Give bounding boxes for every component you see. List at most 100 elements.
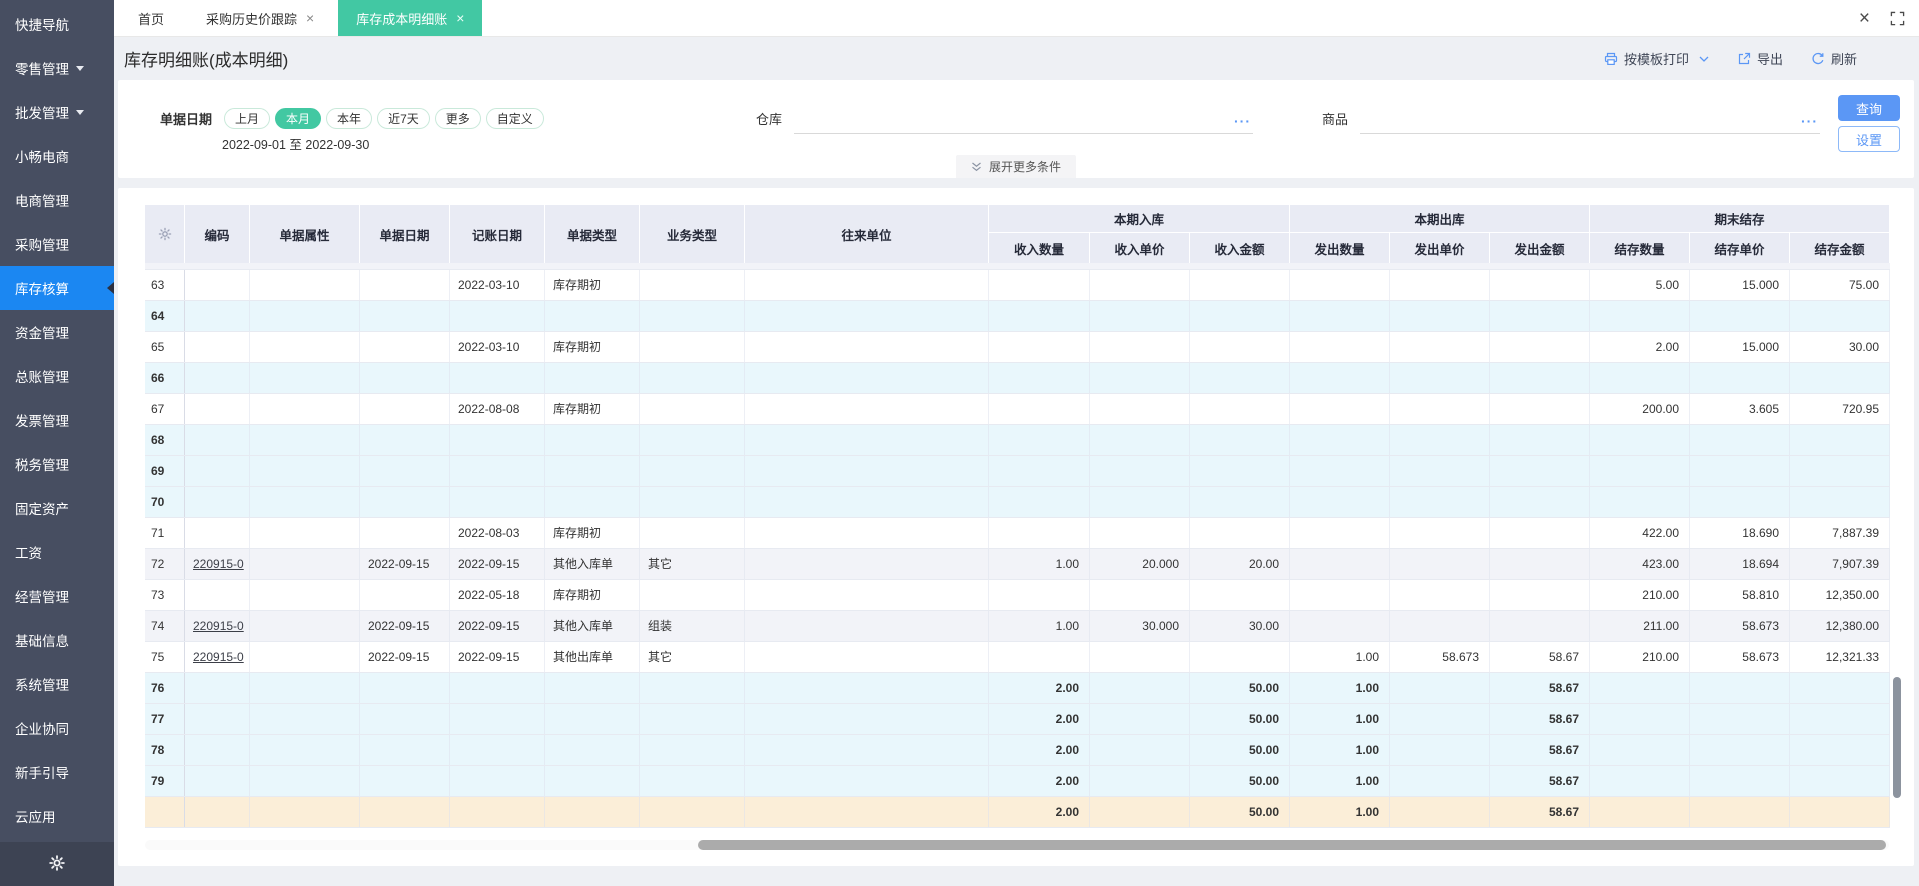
sidebar-item[interactable]: 基础信息 (0, 618, 114, 662)
table-total-row[interactable]: 2.00 50.00 1.00 58.67 (145, 797, 1890, 828)
cell-doc-date (360, 301, 450, 331)
cell-bal-amount: 12,321.33 (1790, 642, 1890, 672)
cell-book-date: 2022-08-03 (450, 518, 545, 548)
table-row[interactable]: 63 2022-03-10 库存期初 5.00 15.000 75.00 (145, 270, 1890, 301)
sidebar-item[interactable]: 发票管理 (0, 398, 114, 442)
warehouse-input[interactable]: ··· (794, 106, 1254, 134)
sidebar-footer-settings[interactable] (0, 842, 114, 886)
cell-partner (745, 735, 989, 765)
date-pill[interactable]: 自定义 (485, 108, 544, 129)
table-row[interactable]: 70 (145, 487, 1890, 518)
sidebar-item[interactable]: 采购管理 (0, 222, 114, 266)
cell-code[interactable]: 220915-0 (185, 642, 250, 672)
fullscreen-icon[interactable] (1890, 11, 1905, 26)
product-input[interactable]: ··· (1360, 106, 1821, 134)
cell-in-qty (989, 425, 1090, 455)
cell-in-amount: 50.00 (1190, 704, 1290, 734)
sidebar-item[interactable]: 税务管理 (0, 442, 114, 486)
cell-row-number: 73 (145, 580, 185, 610)
table-row[interactable] (145, 263, 1890, 270)
warehouse-more-button[interactable]: ··· (1234, 113, 1251, 129)
sidebar-item[interactable]: 库存核算 (0, 266, 114, 310)
cell-bal-qty: 211.00 (1590, 611, 1690, 641)
sidebar-item[interactable]: 零售管理 (0, 46, 114, 90)
table-row[interactable]: 79 2.00 50.00 1.00 58.67 (145, 766, 1890, 797)
sidebar-item-label: 经营管理 (15, 590, 69, 605)
horizontal-scrollbar[interactable] (145, 840, 1889, 850)
cell-doc-attr (250, 487, 360, 517)
cell-code[interactable]: 220915-0 (185, 611, 250, 641)
sidebar-item[interactable]: 企业协同 (0, 706, 114, 750)
table-row[interactable]: 74 220915-0 2022-09-15 2022-09-15 其他入库单 组装 1.0… (145, 611, 1890, 642)
tab-close-icon[interactable]: × (456, 11, 464, 25)
chevron-down-icon[interactable] (1699, 56, 1709, 62)
table-row[interactable]: 77 2.00 50.00 1.00 58.67 (145, 704, 1890, 735)
sidebar-item[interactable]: 云应用 (0, 794, 114, 838)
tab[interactable]: 库存成本明细账 × (338, 0, 483, 36)
table-row[interactable]: 71 2022-08-03 库存期初 422.00 18.690 7,887.39 (145, 518, 1890, 549)
sidebar-item[interactable]: 新手引导 (0, 750, 114, 794)
export-button[interactable]: 导出 (1737, 49, 1783, 68)
settings-button[interactable]: 设置 (1838, 126, 1900, 152)
tab[interactable]: 采购历史价跟踪 × (188, 0, 332, 36)
table-row[interactable]: 78 2.00 50.00 1.00 58.67 (145, 735, 1890, 766)
table-row[interactable]: 73 2022-05-18 库存期初 210.00 58.810 12,350.00 (145, 580, 1890, 611)
product-more-button[interactable]: ··· (1801, 113, 1818, 129)
sidebar-item[interactable]: 快捷导航 (0, 2, 114, 46)
date-pill[interactable]: 近7天 (377, 108, 430, 129)
cell-doc-date (360, 797, 450, 827)
date-pill[interactable]: 更多 (434, 108, 481, 129)
close-icon[interactable]: × (1859, 9, 1870, 28)
cell-out-price (1390, 735, 1490, 765)
date-pill[interactable]: 本月 (275, 108, 322, 129)
date-pill[interactable]: 本年 (326, 108, 373, 129)
cell-biz-type: 组装 (640, 611, 745, 641)
date-range-value[interactable]: 2022-09-01 至 2022-09-30 (222, 134, 369, 153)
table-row[interactable]: 75 220915-0 2022-09-15 2022-09-15 其他出库单 其它 1.0… (145, 642, 1890, 673)
sidebar-item[interactable]: 电商管理 (0, 178, 114, 222)
cell-code[interactable]: 220915-0 (185, 549, 250, 579)
sidebar-item[interactable]: 固定资产 (0, 486, 114, 530)
cell-doc-date (360, 263, 450, 269)
tab-close-icon[interactable]: × (306, 11, 314, 25)
cell-code (185, 332, 250, 362)
cell-bal-price (1690, 704, 1790, 734)
table-row[interactable]: 64 (145, 301, 1890, 332)
column-settings-button[interactable] (145, 205, 185, 263)
expand-more-conditions[interactable]: 展开更多条件 (955, 155, 1077, 178)
table-row[interactable]: 72 220915-0 2022-09-15 2022-09-15 其他入库单 其它 1.0… (145, 549, 1890, 580)
sidebar-item[interactable]: 批发管理 (0, 90, 114, 134)
cell-doc-type: 库存期初 (545, 518, 640, 548)
vertical-scrollbar-thumb[interactable] (1893, 677, 1901, 798)
table-row[interactable]: 69 (145, 456, 1890, 487)
tab[interactable]: 首页 (120, 0, 182, 36)
sidebar-item[interactable]: 工资 (0, 530, 114, 574)
print-by-template-button[interactable]: 按模板打印 (1604, 49, 1709, 68)
cell-in-amount: 30.00 (1190, 611, 1290, 641)
sidebar-item-label: 快捷导航 (15, 18, 69, 33)
cell-bal-qty: 200.00 (1590, 394, 1690, 424)
table-row[interactable]: 65 2022-03-10 库存期初 2.00 15.000 30.00 (145, 332, 1890, 363)
table-row[interactable]: 66 (145, 363, 1890, 394)
sidebar-item[interactable]: 资金管理 (0, 310, 114, 354)
tabs: 首页 采购历史价跟踪 × 库存成本明细账 × (114, 0, 483, 36)
query-button[interactable]: 查询 (1838, 95, 1900, 121)
sidebar-item[interactable]: 系统管理 (0, 662, 114, 706)
refresh-button[interactable]: 刷新 (1811, 49, 1857, 68)
cell-bal-amount (1790, 487, 1890, 517)
cell-row-number: 67 (145, 394, 185, 424)
date-pill[interactable]: 上月 (224, 108, 271, 129)
cell-partner (745, 611, 989, 641)
horizontal-scrollbar-thumb[interactable] (698, 840, 1886, 850)
table-row[interactable]: 68 (145, 425, 1890, 456)
table-row[interactable]: 67 2022-08-08 库存期初 200.00 3.605 720.95 (145, 394, 1890, 425)
cell-in-qty: 2.00 (989, 673, 1090, 703)
sidebar-item[interactable]: 小畅电商 (0, 134, 114, 178)
table-row[interactable]: 76 2.00 50.00 1.00 58.67 (145, 673, 1890, 704)
cell-bal-qty: 5.00 (1590, 270, 1690, 300)
cell-out-price (1390, 363, 1490, 393)
sidebar-item[interactable]: 经营管理 (0, 574, 114, 618)
cell-out-qty (1290, 518, 1390, 548)
sidebar-item[interactable]: 总账管理 (0, 354, 114, 398)
product-filter: 商品 ··· (1322, 106, 1821, 134)
